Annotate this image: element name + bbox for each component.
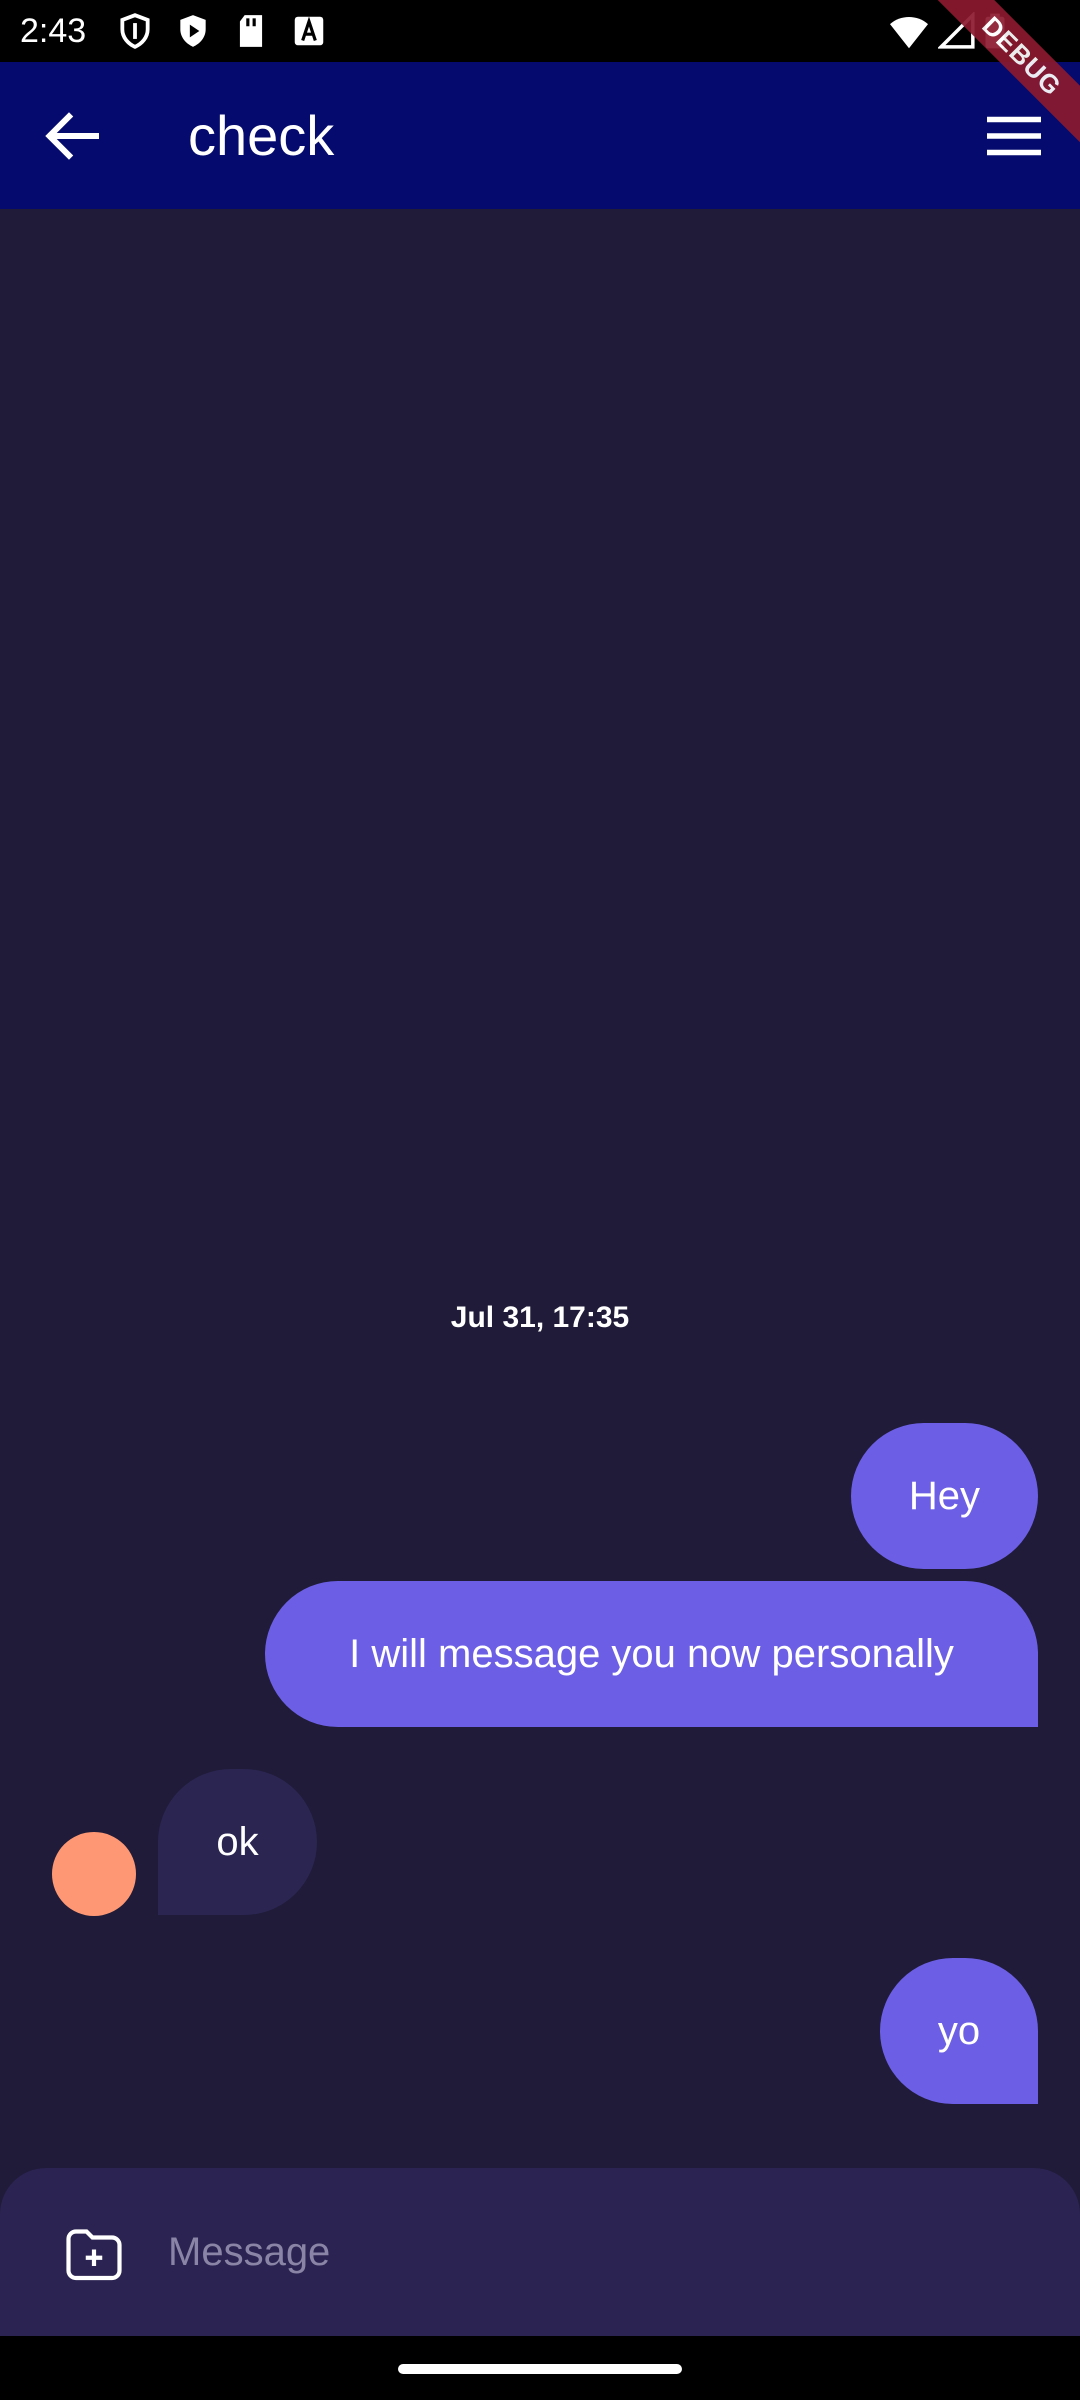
wifi-icon bbox=[888, 12, 930, 50]
navigation-bar bbox=[0, 2336, 1080, 2400]
message-composer bbox=[0, 2168, 1080, 2336]
message-bubble-sent[interactable]: Hey bbox=[851, 1423, 1038, 1569]
hamburger-menu-icon bbox=[987, 116, 1041, 156]
message-bubble-sent[interactable]: yo bbox=[880, 1958, 1038, 2104]
sd-card-icon bbox=[232, 12, 270, 50]
status-time: 2:43 bbox=[20, 12, 87, 50]
font-a-icon bbox=[290, 12, 328, 50]
folder-plus-icon bbox=[66, 2229, 122, 2281]
shield-icon bbox=[116, 12, 154, 50]
message-bubble-received[interactable]: ok bbox=[158, 1769, 317, 1915]
home-indicator[interactable] bbox=[398, 2364, 682, 2374]
attach-button[interactable] bbox=[58, 2218, 130, 2290]
play-store-icon bbox=[174, 12, 212, 50]
message-bubble-sent[interactable]: I will message you now personally bbox=[265, 1581, 1038, 1727]
message-input[interactable] bbox=[168, 2210, 1028, 2294]
status-bar: 2:43 bbox=[0, 0, 1080, 62]
app-bar: check bbox=[0, 62, 1080, 209]
arrow-left-icon bbox=[45, 112, 99, 160]
menu-button[interactable] bbox=[978, 100, 1050, 172]
avatar[interactable] bbox=[52, 1832, 136, 1916]
chat-screen: 2:43 DEBUG check Jul 31, 17:35 Hey I wil… bbox=[0, 0, 1080, 2400]
back-button[interactable] bbox=[36, 100, 108, 172]
date-separator: Jul 31, 17:35 bbox=[450, 1301, 630, 1334]
page-title: check bbox=[188, 104, 335, 167]
